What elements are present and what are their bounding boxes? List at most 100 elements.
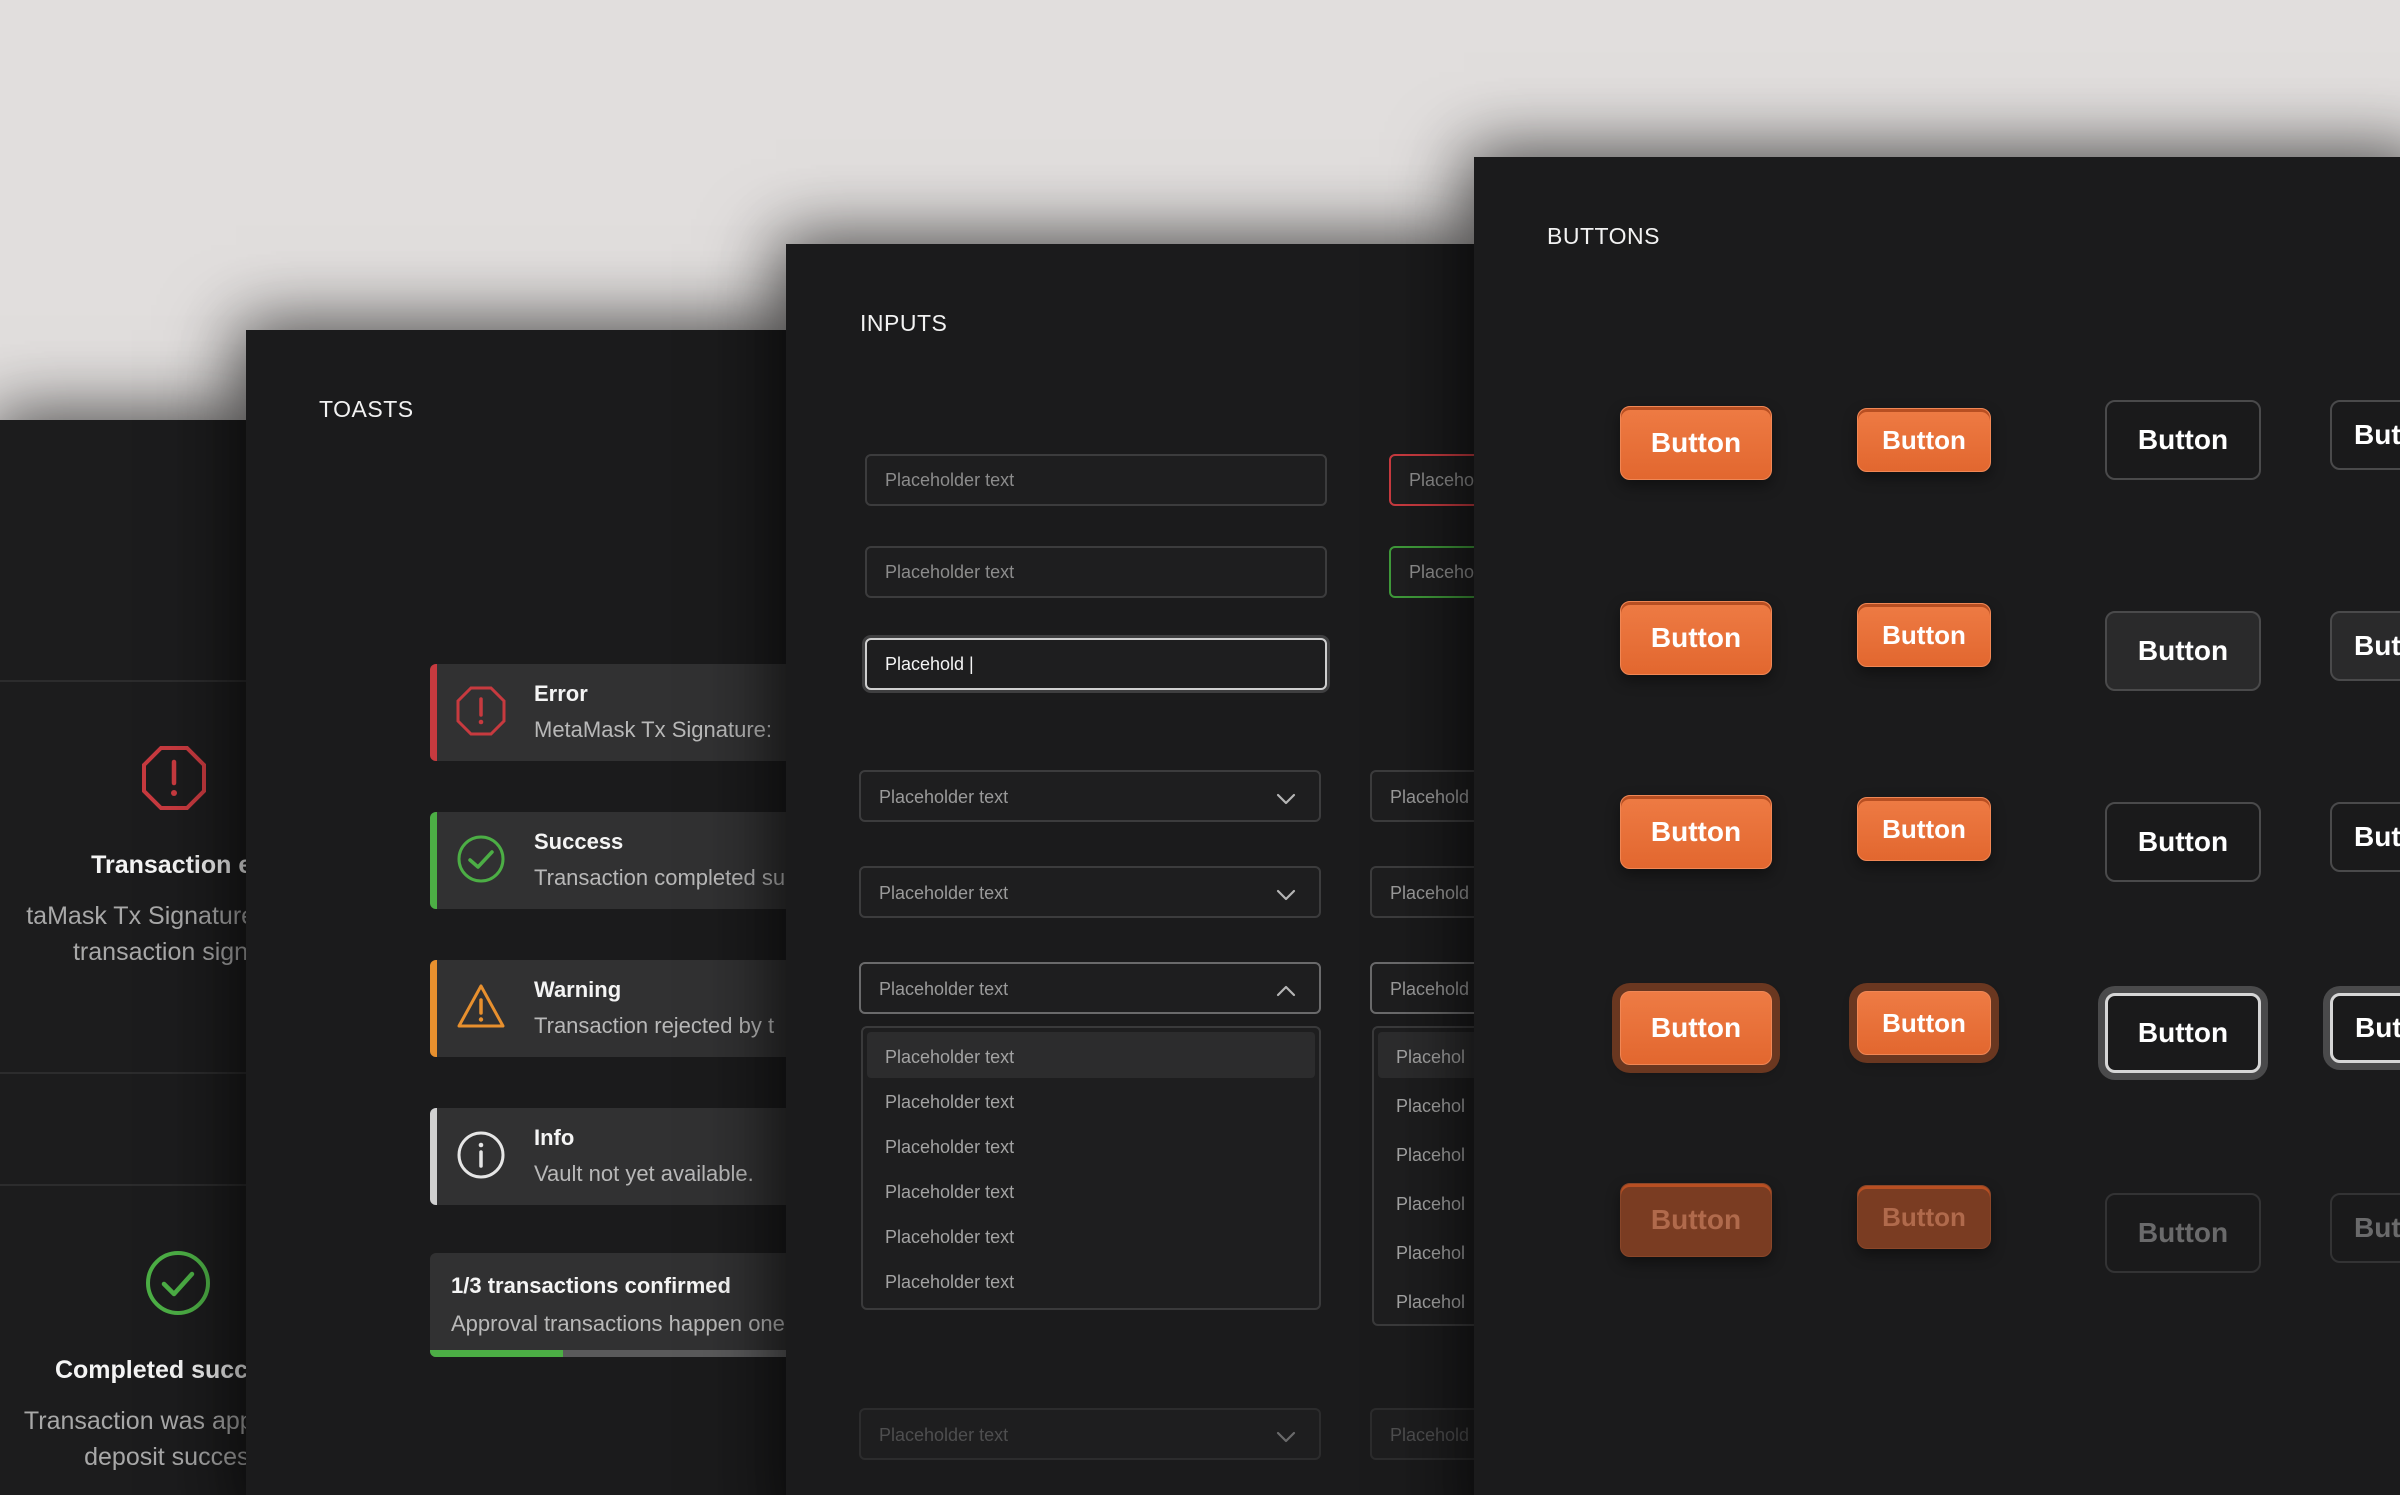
divider xyxy=(0,1072,262,1074)
primary-button-disabled: Button xyxy=(1620,1183,1772,1257)
check-circle-icon xyxy=(145,1250,211,1316)
chevron-down-icon xyxy=(1275,788,1297,810)
text-field-focused[interactable] xyxy=(865,638,1327,690)
panel-title: BUTTONS xyxy=(1547,223,1660,249)
secondary-button-pressed[interactable]: Button xyxy=(2105,802,2261,882)
dropdown-option[interactable]: Placeholder text xyxy=(867,1032,1315,1078)
toast-warning[interactable]: Warning Transaction rejected by t xyxy=(430,960,806,1057)
select-value: Placehold xyxy=(1390,787,1470,807)
text-input[interactable] xyxy=(885,640,1307,688)
primary-button-hover[interactable]: Button xyxy=(1620,601,1772,675)
select-dropdown[interactable]: Placeholder text xyxy=(859,770,1321,822)
dropdown-option[interactable]: Placehol xyxy=(1378,1130,1486,1176)
toast-accent-bar xyxy=(430,1108,437,1205)
select-value: Placeholder text xyxy=(879,883,1009,903)
select-value: Placehold xyxy=(1390,883,1470,903)
modal-success-title: Completed succe xyxy=(54,1356,262,1384)
primary-button-small[interactable]: Button xyxy=(1857,408,1991,472)
toast-message: Approval transactions happen one xyxy=(451,1311,785,1336)
select-dropdown[interactable]: Placehold xyxy=(1370,866,1486,918)
toast-progress[interactable]: 1/3 transactions confirmed Approval tran… xyxy=(430,1253,806,1357)
divider xyxy=(0,680,262,682)
modals-panel: Transaction er taMask Tx Signature: tran… xyxy=(0,420,262,1495)
check-circle-icon xyxy=(456,834,506,884)
dropdown-option[interactable]: Placehol xyxy=(1378,1277,1486,1323)
chevron-up-icon xyxy=(1275,980,1297,1002)
toast-success[interactable]: Success Transaction completed su xyxy=(430,812,806,909)
dropdown-option[interactable]: Placehol xyxy=(1378,1032,1486,1078)
toast-title: Info xyxy=(534,1125,575,1150)
primary-button-small-pressed[interactable]: Button xyxy=(1857,797,1991,861)
primary-button-pressed[interactable]: Button xyxy=(1620,795,1772,869)
text-input[interactable] xyxy=(885,456,1307,504)
text-field[interactable] xyxy=(865,454,1327,506)
select-dropdown-disabled: Placehold xyxy=(1370,1408,1486,1460)
secondary-button-small-pressed[interactable]: But xyxy=(2330,802,2400,872)
toast-accent-bar xyxy=(430,664,437,761)
toast-message: Transaction rejected by t xyxy=(534,1013,775,1038)
modal-error-title: Transaction er xyxy=(91,851,262,879)
modal-error-text: transaction signa xyxy=(72,938,262,966)
divider xyxy=(0,1184,262,1186)
text-field-success[interactable] xyxy=(1389,546,1486,598)
chevron-down-icon xyxy=(1275,884,1297,906)
toast-message: Vault not yet available. xyxy=(534,1161,754,1186)
warning-triangle-icon xyxy=(456,982,506,1032)
dropdown-option[interactable]: Placeholder text xyxy=(867,1257,1315,1303)
toasts-panel: TOASTS Error MetaMask Tx Signature: Succ… xyxy=(246,330,806,1495)
primary-button-small-hover[interactable]: Button xyxy=(1857,603,1991,667)
dropdown-option[interactable]: Placehol xyxy=(1378,1081,1486,1127)
progress-track xyxy=(430,1350,806,1357)
toast-message: MetaMask Tx Signature: xyxy=(534,717,773,742)
select-value: Placehold xyxy=(1390,1425,1470,1445)
modal-success-text: Transaction was appr xyxy=(23,1407,262,1435)
secondary-button-hover[interactable]: Button xyxy=(2105,611,2261,691)
dropdown-menu: Placehol Placehol Placehol Placehol Plac… xyxy=(1372,1026,1486,1326)
dropdown-option[interactable]: Placehol xyxy=(1378,1179,1486,1225)
select-dropdown-open[interactable]: Placeholder text xyxy=(859,962,1321,1014)
select-value: Placeholder text xyxy=(879,1425,1009,1445)
toast-title: Success xyxy=(534,829,624,854)
text-field-error[interactable] xyxy=(1389,454,1486,506)
secondary-button-small-focused[interactable]: But xyxy=(2330,993,2400,1063)
toast-message: Transaction completed su xyxy=(534,865,786,890)
dropdown-option[interactable]: Placeholder text xyxy=(867,1077,1315,1123)
primary-button-focused[interactable]: Button xyxy=(1620,991,1772,1065)
buttons-panel: BUTTONS Button Button Button But Button … xyxy=(1474,157,2400,1495)
secondary-button-focused[interactable]: Button xyxy=(2105,993,2261,1073)
select-value: Placeholder text xyxy=(879,979,1009,999)
dropdown-option[interactable]: Placeholder text xyxy=(867,1212,1315,1258)
select-dropdown[interactable]: Placeholder text xyxy=(859,866,1321,918)
toast-error[interactable]: Error MetaMask Tx Signature: xyxy=(430,664,806,761)
toast-title: Warning xyxy=(534,977,622,1002)
text-field[interactable] xyxy=(865,546,1327,598)
octagon-alert-icon xyxy=(456,686,506,736)
primary-button[interactable]: Button xyxy=(1620,406,1772,480)
select-value: Placeholder text xyxy=(879,787,1009,807)
inputs-panel: INPUTS Placeholder text Placeholder text… xyxy=(786,244,1486,1495)
secondary-button-small-hover[interactable]: But xyxy=(2330,611,2400,681)
secondary-button-small-disabled: But xyxy=(2330,1193,2400,1263)
primary-button-small-focused[interactable]: Button xyxy=(1857,991,1991,1055)
dropdown-option[interactable]: Placeholder text xyxy=(867,1122,1315,1168)
secondary-button-disabled: Button xyxy=(2105,1193,2261,1273)
select-dropdown-open[interactable]: Placehold xyxy=(1370,962,1486,1014)
select-dropdown-disabled: Placeholder text xyxy=(859,1408,1321,1460)
progress-fill xyxy=(430,1350,564,1357)
toast-info[interactable]: Info Vault not yet available. xyxy=(430,1108,806,1205)
modal-success-text: deposit success xyxy=(84,1443,262,1471)
text-input[interactable] xyxy=(885,548,1307,596)
secondary-button[interactable]: Button xyxy=(2105,400,2261,480)
modal-error-text: taMask Tx Signature: xyxy=(26,902,262,930)
toast-accent-bar xyxy=(430,960,437,1057)
select-dropdown[interactable]: Placehold xyxy=(1370,770,1486,822)
dropdown-option[interactable]: Placehol xyxy=(1378,1228,1486,1274)
panel-title: TOASTS xyxy=(319,396,414,422)
secondary-button-small[interactable]: But xyxy=(2330,400,2400,470)
chevron-down-icon xyxy=(1275,1426,1297,1448)
dropdown-option[interactable]: Placeholder text xyxy=(867,1167,1315,1213)
dropdown-menu: Placeholder text Placeholder text Placeh… xyxy=(861,1026,1321,1310)
select-value: Placehold xyxy=(1390,979,1470,999)
primary-button-small-disabled: Button xyxy=(1857,1185,1991,1249)
panel-title: INPUTS xyxy=(860,310,948,336)
